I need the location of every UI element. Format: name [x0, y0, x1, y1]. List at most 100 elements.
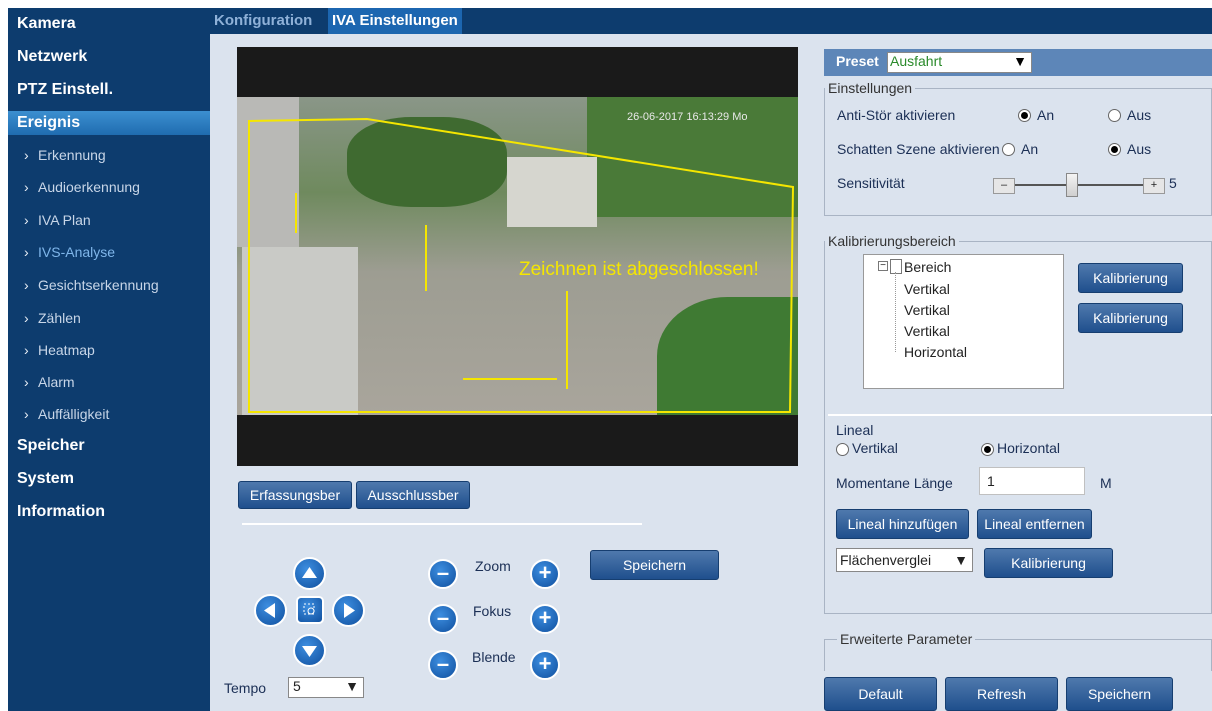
kalibrierung-panel: Kalibrierungsbereich − Bereich Vertikal … — [824, 233, 1212, 614]
arrow-down-icon — [302, 646, 317, 657]
sidebar-item-kamera[interactable]: Kamera — [8, 12, 219, 36]
iris-close-button[interactable]: – — [428, 650, 458, 680]
chevron-down-icon: ▼ — [1013, 53, 1027, 69]
sidebar-item-label: Audioerkennung — [38, 179, 140, 195]
sensitivity-slider-track[interactable] — [993, 184, 1163, 186]
anti-stoer-an-radio[interactable] — [1018, 109, 1031, 122]
lineal-entfernen-button[interactable]: Lineal entfernen — [977, 509, 1092, 539]
arrow-left-icon — [264, 603, 275, 618]
focus-in-button[interactable]: + — [530, 604, 560, 634]
lineal-horizontal-radio[interactable] — [981, 443, 994, 456]
camera-scene: 26-06-2017 16:13:29 Mo Zeichnen ist abge… — [237, 97, 798, 415]
sidebar-item-auffaelligkeit[interactable]: › Auffälligkeit — [8, 402, 226, 426]
refresh-button[interactable]: Refresh — [945, 677, 1058, 711]
schatten-aus-label: Aus — [1127, 141, 1152, 157]
sidebar-nav: Kamera Netzwerk PTZ Einstell. Ereignis ›… — [8, 8, 219, 711]
ptz-right-button[interactable] — [332, 594, 365, 627]
erweiterte-parameter-panel[interactable]: Erweiterte Parameter — [824, 631, 1212, 671]
default-button[interactable]: Default — [824, 677, 937, 711]
laenge-input[interactable]: 1 — [979, 467, 1085, 495]
video-preview[interactable]: 26-06-2017 16:13:29 Mo Zeichnen ist abge… — [237, 47, 798, 466]
tree-root-bereich[interactable]: Bereich — [904, 259, 951, 275]
focus-out-button[interactable]: – — [428, 604, 458, 634]
chevron-right-icon: › — [24, 179, 29, 195]
lineal-hinzufuegen-button[interactable]: Lineal hinzufügen — [836, 509, 969, 539]
sidebar-item-audioerkennung[interactable]: › Audioerkennung — [8, 175, 226, 199]
collapse-icon[interactable]: − — [878, 261, 888, 271]
sensitivity-value: 5 — [1169, 175, 1177, 191]
kalibrierung-legend: Kalibrierungsbereich — [825, 233, 959, 249]
sidebar-item-gesichtserkennung[interactable]: › Gesichtserkennung — [8, 273, 226, 297]
sidebar-item-label: Auffälligkeit — [38, 406, 110, 422]
sidebar-item-label: Zählen — [38, 310, 81, 326]
zoom-in-button[interactable]: + — [530, 559, 560, 589]
lineal-vertikal-radio[interactable] — [836, 443, 849, 456]
tree-item[interactable]: Vertikal — [904, 323, 950, 339]
minus-icon[interactable]: – — [993, 178, 1015, 194]
chevron-right-icon: › — [24, 277, 29, 293]
save-button[interactable]: Speichern — [1066, 677, 1173, 711]
anti-stoer-label: Anti-Stör aktivieren — [837, 107, 956, 123]
preset-label: Preset — [836, 53, 879, 69]
ptz-3d-zoom-button[interactable] — [296, 596, 324, 624]
ptz-down-button[interactable] — [293, 634, 326, 667]
sidebar-item-zaehlen[interactable]: › Zählen — [8, 306, 226, 330]
sensitivity-slider-thumb[interactable] — [1066, 173, 1078, 197]
preset-select[interactable]: Ausfahrt ▼ — [887, 52, 1032, 73]
kalibrierung-button-2[interactable]: Kalibrierung — [1078, 303, 1183, 333]
sidebar-item-speicher[interactable]: Speicher — [8, 434, 219, 458]
calibration-tree[interactable]: − Bereich Vertikal Vertikal Vertikal Hor… — [863, 254, 1064, 389]
flaechenvergleich-select[interactable]: Flächenverglei ▼ — [836, 548, 973, 572]
tempo-select[interactable]: 5 ▼ — [288, 677, 364, 698]
schatten-an-radio[interactable] — [1002, 143, 1015, 156]
sidebar-item-ivs-analyse[interactable]: › IVS-Analyse — [8, 240, 226, 264]
laenge-label: Momentane Länge — [836, 475, 953, 491]
tab-iva-einstellungen[interactable]: IVA Einstellungen — [328, 8, 462, 34]
sidebar-item-netzwerk[interactable]: Netzwerk — [8, 45, 219, 69]
ptz-left-button[interactable] — [254, 594, 287, 627]
tab-konfiguration[interactable]: Konfiguration — [210, 8, 316, 34]
ptz-save-button[interactable]: Speichern — [590, 550, 719, 580]
tree-item[interactable]: Vertikal — [904, 281, 950, 297]
einstellungen-legend: Einstellungen — [825, 80, 916, 96]
tempo-value: 5 — [293, 678, 301, 694]
sidebar-item-system[interactable]: System — [8, 467, 219, 491]
sidebar-item-label: Heatmap — [38, 342, 95, 358]
detection-area-overlay — [248, 117, 795, 413]
sidebar-item-ereignis[interactable]: Ereignis — [8, 111, 219, 135]
tempo-label: Tempo — [224, 680, 267, 696]
sidebar-item-ptz[interactable]: PTZ Einstell. — [8, 78, 219, 102]
chevron-right-icon: › — [24, 212, 29, 228]
anti-stoer-aus-radio[interactable] — [1108, 109, 1121, 122]
ausschlussbereich-button[interactable]: Ausschlussber — [356, 481, 470, 509]
preset-value: Ausfahrt — [890, 53, 943, 69]
tree-line — [895, 272, 897, 352]
iris-open-button[interactable]: + — [530, 650, 560, 680]
sidebar-item-alarm[interactable]: › Alarm — [8, 370, 226, 394]
sidebar-item-label: Alarm — [38, 374, 75, 390]
blende-label: Blende — [472, 649, 516, 665]
lineal-horizontal-label: Horizontal — [997, 440, 1061, 456]
zoom-out-button[interactable]: – — [428, 559, 458, 589]
ptz-up-button[interactable] — [293, 557, 326, 590]
sidebar-item-heatmap[interactable]: › Heatmap — [8, 338, 226, 362]
sidebar-item-erkennung[interactable]: › Erkennung — [8, 143, 226, 167]
minus-icon: – — [436, 651, 450, 676]
schatten-an-label: An — [1021, 141, 1039, 157]
schatten-aus-radio[interactable] — [1108, 143, 1121, 156]
divider — [242, 523, 642, 525]
erfassungsbereich-button[interactable]: Erfassungsber — [238, 481, 352, 509]
plus-icon[interactable]: + — [1143, 178, 1165, 194]
kalibrierung-button-1[interactable]: Kalibrierung — [1078, 263, 1183, 293]
plus-icon: + — [538, 605, 552, 630]
tree-item[interactable]: Vertikal — [904, 302, 950, 318]
tree-item[interactable]: Horizontal — [904, 344, 967, 360]
divider — [828, 414, 1212, 416]
chevron-right-icon: › — [24, 342, 29, 358]
kalibrierung-button-3[interactable]: Kalibrierung — [984, 548, 1113, 578]
sidebar-item-iva-plan[interactable]: › IVA Plan — [8, 208, 226, 232]
sidebar-item-information[interactable]: Information — [8, 500, 219, 524]
flaechenvergleich-value: Flächenverglei — [840, 552, 932, 568]
sidebar-item-label: IVA Plan — [38, 212, 91, 228]
magnifier-icon — [303, 603, 315, 615]
